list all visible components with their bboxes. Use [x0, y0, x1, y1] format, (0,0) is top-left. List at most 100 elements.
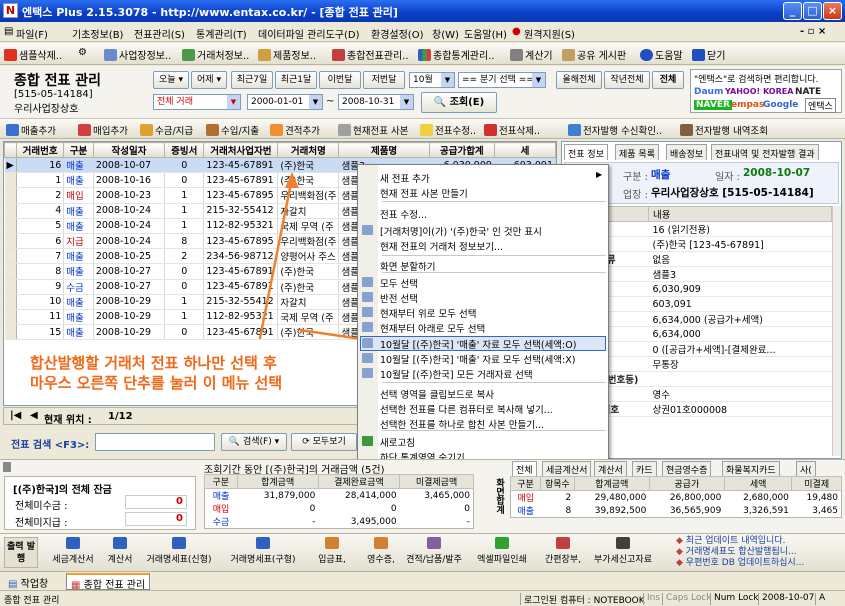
context-menu-item[interactable]: 선택한 전표를 하나로 합친 사본 만들기...: [380, 417, 544, 431]
row-indicator[interactable]: [4, 218, 17, 234]
tool-calculator[interactable]: 계산기: [510, 47, 553, 62]
total-tab[interactable]: 현금영수증: [662, 461, 712, 476]
date-from-input[interactable]: 2000-01-01 ▼: [247, 94, 323, 110]
tool-stats-manage[interactable]: 종합통계관리..: [418, 47, 495, 62]
row-indicator[interactable]: [4, 203, 17, 219]
row-indicator[interactable]: [4, 248, 17, 265]
col-header[interactable]: 작성일자: [92, 142, 166, 158]
menu-remote[interactable]: 원격지원(S): [524, 26, 575, 41]
year-all-button[interactable]: 올해전체: [556, 71, 602, 89]
output-button[interactable]: 거래명세표(구형): [222, 536, 304, 569]
period-last-month[interactable]: 저번달: [363, 71, 405, 89]
panel-scrollbar[interactable]: [832, 206, 841, 456]
row-indicator[interactable]: [4, 279, 17, 295]
search-button[interactable]: 🔍 조회(E): [421, 92, 497, 113]
collapse-handle[interactable]: [3, 462, 11, 472]
context-menu-item[interactable]: 10월달 [(주)한국] '매출' 자료 모두 선택(세액:O): [380, 337, 576, 351]
output-button[interactable]: 간편장부,: [540, 536, 586, 569]
view-all-button[interactable]: ⟳ 모두보기: [291, 433, 357, 451]
total-tab[interactable]: 계산서: [594, 461, 627, 476]
all-button[interactable]: 전체: [652, 71, 684, 89]
menu-window[interactable]: 창(W): [432, 26, 459, 41]
type-select[interactable]: 전체 거래 ▼: [153, 94, 241, 110]
tool-close[interactable]: 닫기: [692, 47, 725, 62]
row-indicator[interactable]: [4, 172, 17, 189]
settings-icon[interactable]: ⚙: [78, 47, 87, 58]
tab-shipping[interactable]: 배송정보: [666, 144, 708, 160]
menu-help[interactable]: 도움말(H): [464, 26, 507, 41]
copy-slip-button[interactable]: 현재전표 사본: [338, 123, 408, 137]
context-menu-item[interactable]: [거래처명]이(가) '(주)한국' 인 것만 표시: [380, 224, 542, 238]
context-menu-item[interactable]: 새로고침: [380, 435, 415, 449]
context-menu-item[interactable]: 선택한 전표를 다른 컴퓨터로 복사해 넣기...: [380, 402, 553, 416]
add-estimate-button[interactable]: 견적추가: [270, 123, 320, 137]
output-button[interactable]: 거래명세표(신형): [138, 536, 220, 569]
total-tab[interactable]: 전체: [512, 461, 537, 476]
first-record-button[interactable]: |◀: [10, 410, 21, 421]
total-tab[interactable]: 세금계산서: [542, 461, 592, 476]
period-7days[interactable]: 최근7일: [231, 71, 273, 89]
month-select[interactable]: 10월 ▼: [409, 72, 455, 88]
context-menu-item[interactable]: 10월달 [(주)한국] 모든 거래자료 선택: [380, 367, 533, 381]
search-f-button[interactable]: 🔍 검색(F) ▾: [221, 433, 287, 451]
close-button[interactable]: ×: [823, 2, 842, 20]
total-tab[interactable]: 카드: [632, 461, 657, 476]
menu-file[interactable]: 파일(F): [16, 26, 48, 41]
receipt-payment-button[interactable]: 수금/지급: [140, 123, 193, 137]
output-button[interactable]: 영수증,: [360, 536, 402, 569]
tool-board[interactable]: 공유 게시판: [562, 47, 626, 62]
tab-product-list[interactable]: 제품 목록: [615, 144, 659, 160]
context-menu-item[interactable]: 새 전표 추가: [380, 171, 430, 185]
period-this-month[interactable]: 이번달: [319, 71, 361, 89]
quarter-select[interactable]: == 분기 선택 == ▼: [458, 72, 546, 88]
col-header[interactable]: 거래처명: [277, 142, 340, 158]
tool-sample-delete[interactable]: 샘플삭제..: [4, 47, 62, 62]
period-today[interactable]: 오늘 ▾: [153, 71, 189, 89]
notice-item[interactable]: ◆ 우편번호 DB 업데이트하십시...: [676, 558, 842, 569]
e-receipt-check-button[interactable]: 전자발행 수신확인..: [568, 123, 662, 137]
minimize-button[interactable]: _: [783, 2, 802, 20]
tool-product-info[interactable]: 제품정보..: [258, 47, 316, 62]
output-button[interactable]: 계산서: [104, 536, 136, 569]
col-header[interactable]: 거래번호: [15, 142, 65, 158]
col-header[interactable]: 공급가합계: [428, 142, 495, 158]
output-button[interactable]: 엑셀파일인쇄: [466, 536, 538, 569]
context-menu-item[interactable]: 현재부터 위로 모두 선택: [380, 306, 476, 320]
income-expense-button[interactable]: 수입/지출: [206, 123, 259, 137]
col-header[interactable]: 거래처사업자번: [203, 142, 279, 158]
tool-slip-manage[interactable]: 종합전표관리..: [332, 47, 409, 62]
output-button[interactable]: 세금계산서: [44, 536, 102, 569]
menu-data-tools[interactable]: 데이터파일 관리도구(D): [258, 26, 359, 41]
notice-item[interactable]: ◆ 거래명세표도 합산발행됩니...: [676, 547, 842, 558]
row-indicator[interactable]: [4, 324, 17, 341]
prev-record-button[interactable]: ◀: [30, 410, 38, 421]
context-menu-item[interactable]: 현재 전표 사본 만들기: [380, 186, 468, 200]
tab-slip-info[interactable]: 전표 정보: [564, 144, 608, 160]
period-yesterday[interactable]: 어제 ▾: [191, 71, 227, 89]
row-indicator[interactable]: [4, 187, 17, 204]
maximize-button[interactable]: □: [803, 2, 822, 20]
context-menu-item[interactable]: 반전 선택: [380, 291, 418, 305]
context-menu-item[interactable]: 10월달 [(주)한국] '매출' 자료 모두 선택(세액:X): [380, 352, 575, 366]
last-year-button[interactable]: 작년전체: [604, 71, 650, 89]
date-to-input[interactable]: 2008-10-31 ▼: [338, 94, 414, 110]
context-menu-item[interactable]: 전표 수정...: [380, 207, 427, 221]
mdi-controls[interactable]: - ▫ ×: [800, 26, 826, 37]
col-header[interactable]: 제품명: [338, 142, 430, 158]
tab-slip-manage[interactable]: ▦ 종합 전표 관리: [66, 573, 151, 591]
e-issue-history-button[interactable]: 전자발행 내역조회: [680, 123, 768, 137]
period-1month[interactable]: 최근1달: [275, 71, 317, 89]
menu-slip[interactable]: 전표관리(S): [134, 26, 185, 41]
row-indicator[interactable]: [4, 263, 17, 280]
menu-basic-info[interactable]: 기초정보(B): [72, 26, 123, 41]
menu-stats[interactable]: 통계관리(T): [196, 26, 247, 41]
add-purchase-button[interactable]: 매입추가: [78, 123, 128, 137]
total-tab[interactable]: 사(: [796, 461, 816, 476]
tool-client-info[interactable]: 거래처정보..: [182, 47, 249, 62]
context-menu-item[interactable]: 선택 영역을 클립보드로 복사: [380, 387, 494, 401]
tool-biz-info[interactable]: 사업장정보..: [104, 47, 171, 62]
add-sale-button[interactable]: 매출추가: [6, 123, 56, 137]
tool-help[interactable]: 도움말: [640, 47, 683, 62]
row-indicator[interactable]: [4, 309, 17, 326]
search-ad-banner[interactable]: "엔택스"로 검색하면 편리합니다. Daum YAHOO! KOREA NAT…: [690, 69, 842, 113]
